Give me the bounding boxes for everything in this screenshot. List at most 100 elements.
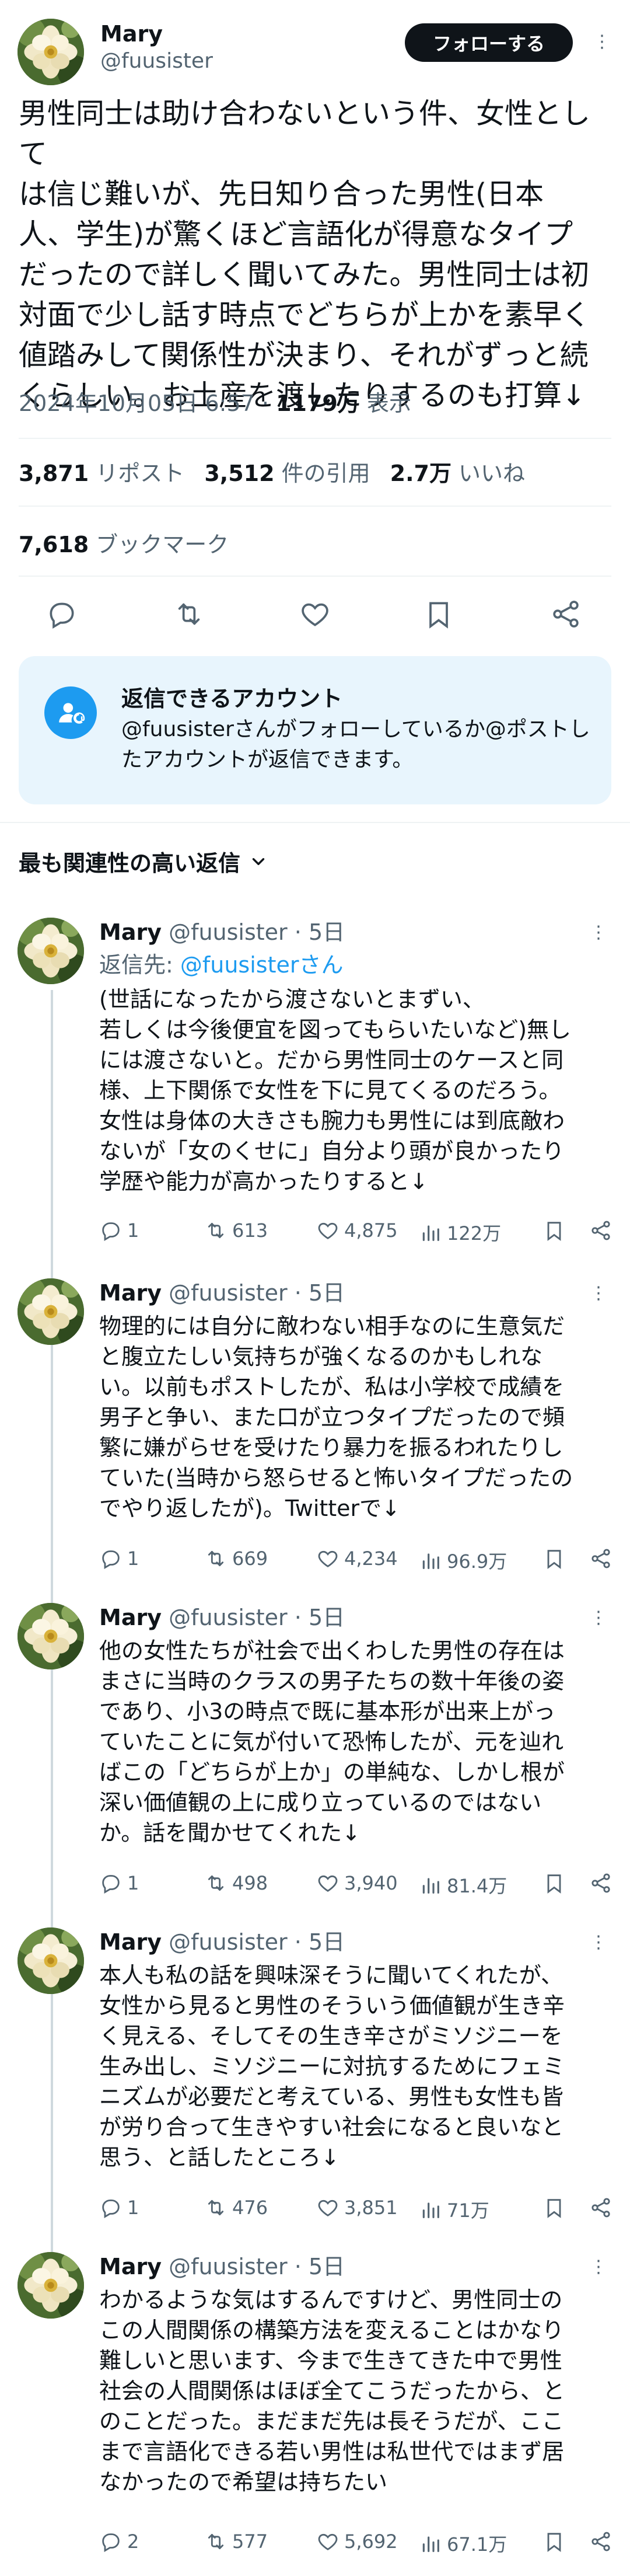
reply-action-bookmark[interactable] [542,2530,566,2553]
reply-author-name[interactable]: Mary [99,1280,162,1306]
like-icon [318,2533,338,2550]
reply-action-repost[interactable]: 476 [204,2196,268,2219]
reply-author-name[interactable]: Mary [99,1929,162,1955]
reply-action-like[interactable]: 3,851 [316,2196,398,2219]
reply-action-like[interactable]: 5,692 [316,2530,398,2553]
bookmark-icon[interactable] [420,595,457,633]
reply-author-handle[interactable]: @fuusister [169,1280,288,1306]
reply-action-share[interactable] [589,1547,612,1570]
more-options-icon[interactable]: ⋮ [590,30,614,54]
more-options-icon[interactable]: ⋮ [587,921,610,944]
reply-author-handle[interactable]: @fuusister [169,919,288,945]
divider [19,576,611,577]
reply-time[interactable]: 5日 [309,1929,345,1955]
repost-icon [208,2533,224,2550]
reply-action-repost[interactable]: 613 [204,1219,268,1242]
author-handle[interactable]: @fuusister [100,49,213,73]
reply-action-reply[interactable]: 2 [99,2530,139,2553]
reply-time[interactable]: 5日 [309,1280,345,1306]
reply-icon[interactable] [43,595,80,633]
repost-icon [208,1875,224,1891]
reply-action-share[interactable] [589,2530,612,2553]
reply-avatar[interactable] [18,918,84,984]
share-icon[interactable] [547,595,584,633]
repost-icon [208,2199,224,2216]
share-icon [592,1873,610,1893]
reply-action-bookmark[interactable] [542,2196,566,2219]
reply-action-share[interactable] [589,1871,612,1895]
chevron-down-icon [252,857,265,865]
reply-action-repost[interactable]: 498 [204,1871,268,1895]
more-options-icon[interactable]: ⋮ [587,1606,610,1630]
bookmark-icon [547,1874,561,1894]
reply-restriction-notice: 返信できるアカウント @fuusisterさんがフォローしているか@ポストしたア… [19,656,611,804]
more-options-icon[interactable]: ⋮ [587,1931,610,1954]
reply-action-views[interactable]: 96.9万 [419,1547,507,1574]
reply-avatar[interactable] [18,2252,84,2319]
reply-action-like[interactable]: 4,234 [316,1547,398,1570]
like-icon [318,1550,338,1567]
reply-author-name[interactable]: Mary [99,1605,162,1630]
reply-action-reply[interactable]: 1 [99,1547,139,1570]
reply-avatar[interactable] [18,1603,84,1669]
reply-item[interactable]: Mary @fuusister · 5日 ⋮ 他の女性たちが社会で出くわした男性… [0,1603,630,1912]
reply-action-like[interactable]: 3,940 [316,1871,398,1895]
more-options-icon[interactable]: ⋮ [587,1282,610,1305]
like-icon [318,2199,338,2216]
bookmarks-stat[interactable]: 7,618 ブックマーク [19,527,229,559]
reply-header: Mary @fuusister · 5日 [99,1929,345,1955]
reply-action-repost[interactable]: 577 [204,2530,268,2553]
reply-author-handle[interactable]: @fuusister [169,1929,288,1955]
reply-text: 物理的には自分に敵わない相手なのに生意気だ と腹立たしい気持ちが強くなるのかもし… [99,1313,573,1521]
reply-time[interactable]: 5日 [309,1605,345,1630]
reply-icon [102,1875,120,1894]
post-datetime[interactable]: 2024年10月05日 6:57 [19,391,255,416]
views-icon [422,2202,439,2218]
reply-time[interactable]: 5日 [309,919,345,945]
reply-action-views[interactable]: 71万 [419,2196,489,2223]
reply-item[interactable]: Mary @fuusister · 5日 ⋮ 本人も私の話を興味深そうに聞いてく… [0,1927,630,2237]
reply-action-repost[interactable]: 669 [204,1547,268,1570]
reply-action-reply[interactable]: 1 [99,1219,139,1242]
reply-action-share[interactable] [589,1219,612,1242]
likes-stat[interactable]: 2.7万 いいね [390,461,525,486]
follow-button[interactable]: フォローする [405,23,573,62]
reply-avatar[interactable] [18,1278,84,1345]
reposts-stat[interactable]: 3,871 リポスト [19,461,184,486]
post-views-count: 1179万 [276,391,360,416]
reply-action-reply[interactable]: 1 [99,1871,139,1895]
reply-icon [102,1222,120,1242]
repost-icon [208,1550,224,1567]
reply-action-views[interactable]: 81.4万 [419,1871,507,1898]
reply-header: Mary @fuusister · 5日 [99,919,345,945]
author-avatar[interactable] [18,19,84,85]
repost-icon[interactable] [170,595,208,633]
reply-restriction-title: 返信できるアカウント [121,686,343,712]
reply-author-name[interactable]: Mary [99,2254,162,2279]
reply-to-link[interactable]: @fuusisterさん [180,952,344,978]
more-options-icon[interactable]: ⋮ [587,2256,610,2279]
reply-item[interactable]: Mary @fuusister · 5日 ⋮ わかるような気はするんですけど、男… [0,2252,630,2567]
reply-author-handle[interactable]: @fuusister [169,2254,288,2279]
reply-avatar[interactable] [18,1927,84,1994]
author-name[interactable]: Mary [100,21,163,47]
section-divider [0,822,630,823]
like-icon [318,1222,338,1239]
like-icon[interactable] [296,595,334,633]
reply-action-share[interactable] [589,2196,612,2219]
reply-author-name[interactable]: Mary [99,919,162,945]
reply-action-like[interactable]: 4,875 [316,1219,398,1242]
reply-action-reply[interactable]: 1 [99,2196,139,2219]
reply-action-views[interactable]: 67.1万 [419,2530,507,2557]
quotes-stat[interactable]: 3,512 件の引用 [204,461,370,486]
reply-item[interactable]: Mary @fuusister · 5日 ⋮ 返信先: @fuusisterさん… [0,918,630,1245]
reply-item[interactable]: Mary @fuusister · 5日 ⋮ 物理的には自分に敵わない相手なのに… [0,1278,630,1588]
reply-action-bookmark[interactable] [542,1871,566,1895]
reply-action-bookmark[interactable] [542,1547,566,1570]
reply-action-bookmark[interactable] [542,1219,566,1242]
reply-author-handle[interactable]: @fuusister [169,1605,288,1630]
reply-action-views[interactable]: 122万 [419,1219,501,1246]
reply-actions: 1 498 3,940 81.4万 [99,1871,612,1901]
replies-sort-dropdown[interactable]: 最も関連性の高い返信 [19,845,268,877]
reply-time[interactable]: 5日 [309,2254,345,2279]
